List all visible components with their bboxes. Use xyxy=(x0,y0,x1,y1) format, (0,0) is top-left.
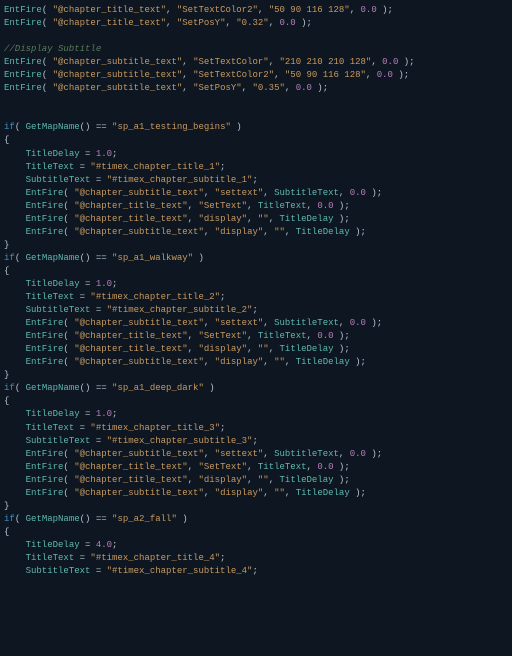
code-block: EntFire( "@chapter_title_text", "SetText… xyxy=(4,4,508,578)
